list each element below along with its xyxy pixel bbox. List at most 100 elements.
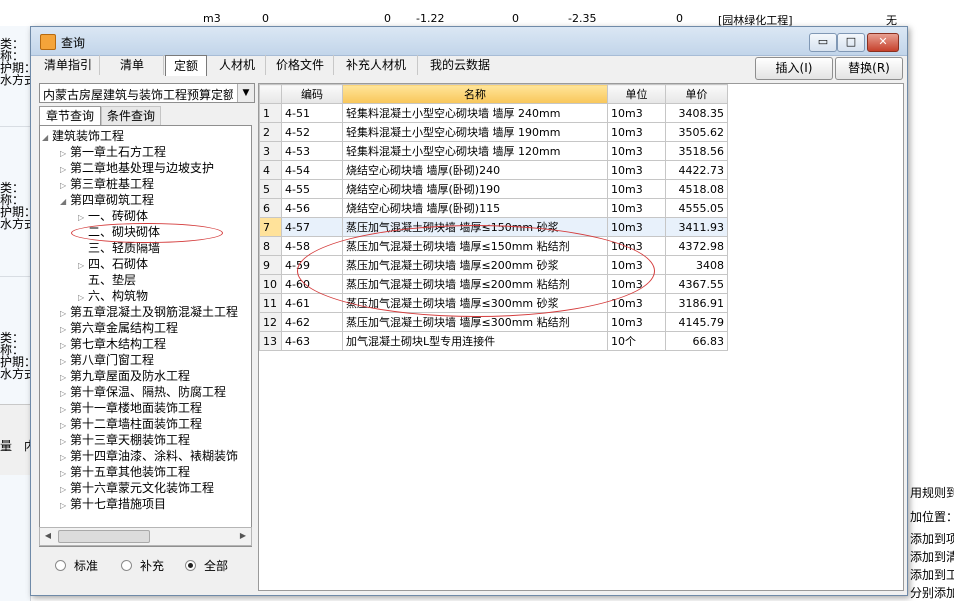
tree-node[interactable]: ▷ 第十七章措施项目	[60, 496, 166, 512]
tree-node[interactable]: ▷ 第二章地基处理与边坡支护	[60, 160, 214, 176]
tree-node[interactable]: ▷ 第九章屋面及防水工程	[60, 368, 190, 384]
row-number: 2	[259, 122, 282, 142]
header-price[interactable]: 单价	[665, 84, 728, 104]
tab-supplement-materials[interactable]: 补充人材机	[335, 55, 418, 75]
tree-node[interactable]: 三、轻质隔墙	[78, 240, 160, 256]
tree-node[interactable]: ▷ 第一章土石方工程	[60, 144, 166, 160]
table-row[interactable]: 9 4-59 蒸压加气混凝土砌块墙 墙厚≤200mm 砂浆 10m3 3408	[259, 255, 728, 275]
tab-cloud-data[interactable]: 我的云数据	[419, 55, 501, 75]
table-row[interactable]: 2 4-52 轻集料混凝土小型空心砌块墙 墙厚 190mm 10m3 3505.62	[259, 122, 728, 142]
cell-name: 蒸压加气混凝土砌块墙 墙厚≤150mm 砂浆	[342, 217, 608, 237]
quota-library-select[interactable]: 内蒙古房屋建筑与装饰工程预算定额 ▼	[39, 83, 255, 103]
tree-node[interactable]: ▷ 第十三章天棚装饰工程	[60, 432, 190, 448]
tree-node[interactable]: ▷ 第十二章墙柱面装饰工程	[60, 416, 202, 432]
table-row[interactable]: 6 4-56 烧结空心砌块墙 墙厚(卧砌)115 10m3 4555.05	[259, 198, 728, 218]
header-code[interactable]: 编码	[281, 84, 343, 104]
collapse-icon[interactable]: ◢	[60, 194, 70, 210]
table-row[interactable]: 11 4-61 蒸压加气混凝土砌块墙 墙厚≤300mm 砂浆 10m3 3186.91	[259, 293, 728, 313]
tree-node-label: 第五章混凝土及钢筋混凝土工程	[70, 305, 239, 319]
minimize-button[interactable]: ▭	[809, 33, 837, 52]
tree-node-label: 一、砖砌体	[88, 209, 149, 223]
radio-all-label: 全部	[204, 559, 229, 573]
radio-standard[interactable]: 标准	[55, 557, 98, 574]
table-row[interactable]: 12 4-62 蒸压加气混凝土砌块墙 墙厚≤300mm 粘结剂 10m3 4145.79	[259, 312, 728, 332]
tab-condition-query[interactable]: 条件查询	[101, 106, 161, 125]
tree-node[interactable]: ▷ 第三章桩基工程	[60, 176, 154, 192]
filter-radio-group: 标准 补充 全部	[39, 547, 250, 587]
bg-label: 分别添加	[910, 586, 954, 600]
row-number: 8	[259, 236, 282, 256]
close-button[interactable]: ✕	[867, 33, 899, 52]
tree-node[interactable]: ▷ 第十一章楼地面装饰工程	[60, 400, 202, 416]
replace-button[interactable]: 替换(R)	[835, 57, 903, 80]
tree-node[interactable]: ▷ 第八章门窗工程	[60, 352, 154, 368]
cell-name: 烧结空心砌块墙 墙厚(卧砌)115	[342, 198, 608, 218]
cell-code: 4-54	[281, 160, 343, 180]
cell-price: 3186.91	[665, 293, 728, 313]
table-row[interactable]: 13 4-63 加气混凝土砌块L型专用连接件 10个 66.83	[259, 331, 728, 351]
expand-icon[interactable]: ▷	[60, 498, 70, 514]
tree-node[interactable]: ▷ 第十五章其他装饰工程	[60, 464, 190, 480]
tree-horizontal-scrollbar[interactable]: ◀ ▶	[39, 527, 252, 546]
tab-chapter-query[interactable]: 章节查询	[39, 106, 101, 125]
table-row[interactable]: 8 4-58 蒸压加气混凝土砌块墙 墙厚≤150mm 粘结剂 10m3 4372.98	[259, 236, 728, 256]
header-unit[interactable]: 单位	[607, 84, 666, 104]
chevron-down-icon[interactable]: ▼	[237, 84, 254, 102]
tab-list-guide[interactable]: 清单指引	[37, 55, 100, 75]
cell-name: 蒸压加气混凝土砌块墙 墙厚≤300mm 砂浆	[342, 293, 608, 313]
cell-unit: 10m3	[607, 255, 666, 275]
scroll-thumb[interactable]	[58, 530, 150, 543]
header-name[interactable]: 名称	[342, 84, 608, 104]
tree-node[interactable]: ▷ 四、石砌体	[78, 256, 148, 272]
cell-price: 3408	[665, 255, 728, 275]
background-top-row: m3 0 0 -1.22 0 -2.35 0 [园林绿化工程] 无	[0, 0, 954, 27]
scroll-left-icon[interactable]: ◀	[41, 530, 55, 542]
cell-name: 烧结空心砌块墙 墙厚(卧砌)240	[342, 160, 608, 180]
table-row[interactable]: 10 4-60 蒸压加气混凝土砌块墙 墙厚≤200mm 粘结剂 10m3 4367.55	[259, 274, 728, 294]
cell-unit: 10m3	[607, 236, 666, 256]
cell-price: 4422.73	[665, 160, 728, 180]
table-row[interactable]: 7 4-57 蒸压加气混凝土砌块墙 墙厚≤150mm 砂浆 10m3 3411.93	[259, 217, 728, 237]
radio-supplement-dot[interactable]	[121, 560, 132, 571]
tree-node-label: 六、构筑物	[88, 289, 149, 303]
cell-unit: 10m3	[607, 217, 666, 237]
radio-standard-dot[interactable]	[55, 560, 66, 571]
tree-node[interactable]: ▷ 一、砖砌体	[78, 208, 148, 224]
scroll-right-icon[interactable]: ▶	[236, 530, 250, 542]
tree-node[interactable]: ▷ 第十四章油漆、涂料、裱糊装饰	[60, 448, 238, 464]
tab-list[interactable]: 清单	[101, 55, 164, 75]
tree-node[interactable]: ▷ 第六章金属结构工程	[60, 320, 178, 336]
maximize-button[interactable]: □	[837, 33, 865, 52]
bg-label: 用规则到所	[910, 486, 954, 500]
radio-all-dot[interactable]	[185, 560, 196, 571]
quota-grid-area: 编码 名称 单位 单价 1 4-51 轻集料混凝土小型空心砌块墙 墙厚 240mm 1…	[258, 83, 904, 591]
tab-price-file[interactable]: 价格文件	[267, 55, 334, 75]
tab-materials[interactable]: 人材机	[209, 55, 266, 75]
tree-node-label: 第十三章天棚装饰工程	[70, 433, 191, 447]
table-row[interactable]: 3 4-53 轻集料混凝土小型空心砌块墙 墙厚 120mm 10m3 3518.56	[259, 141, 728, 161]
table-row[interactable]: 4 4-54 烧结空心砌块墙 墙厚(卧砌)240 10m3 4422.73	[259, 160, 728, 180]
tree-node[interactable]: ◢ 第四章砌筑工程	[60, 192, 154, 208]
tree-node[interactable]: ▷ 第五章混凝土及钢筋混凝土工程	[60, 304, 238, 320]
tree-node[interactable]: ▷ 第七章木结构工程	[60, 336, 166, 352]
cell-price: 3518.56	[665, 141, 728, 161]
quota-library-value: 内蒙古房屋建筑与装饰工程预算定额	[43, 88, 233, 102]
insert-button[interactable]: 插入(I)	[755, 57, 833, 80]
table-row[interactable]: 5 4-55 烧结空心砌块墙 墙厚(卧砌)190 10m3 4518.08	[259, 179, 728, 199]
tree-node[interactable]: 二、砌块砌体	[78, 224, 160, 240]
table-row[interactable]: 1 4-51 轻集料混凝土小型空心砌块墙 墙厚 240mm 10m3 3408.35	[259, 103, 728, 123]
query-dialog: 查询 ▭ □ ✕ 清单指引 清单 定额 人材机 价格文件 补充人材机 我的云数据…	[30, 26, 908, 596]
cell-price: 3505.62	[665, 122, 728, 142]
tree-node[interactable]: 五、垫层	[78, 272, 136, 288]
tree-node[interactable]: ▷ 六、构筑物	[78, 288, 148, 304]
radio-supplement[interactable]: 补充	[121, 557, 164, 574]
cell-code: 4-62	[281, 312, 343, 332]
tree-node[interactable]: ◢ 建筑装饰工程	[42, 128, 124, 144]
collapse-icon[interactable]: ◢	[42, 130, 52, 146]
bg-value: 0	[676, 12, 683, 25]
tree-node[interactable]: ▷ 第十章保温、隔热、防腐工程	[60, 384, 226, 400]
tree-node[interactable]: ▷ 第十六章蒙元文化装饰工程	[60, 480, 214, 496]
radio-all[interactable]: 全部	[185, 557, 228, 574]
tab-quota[interactable]: 定额	[165, 55, 207, 76]
dialog-titlebar[interactable]: 查询 ▭ □ ✕	[31, 27, 907, 56]
